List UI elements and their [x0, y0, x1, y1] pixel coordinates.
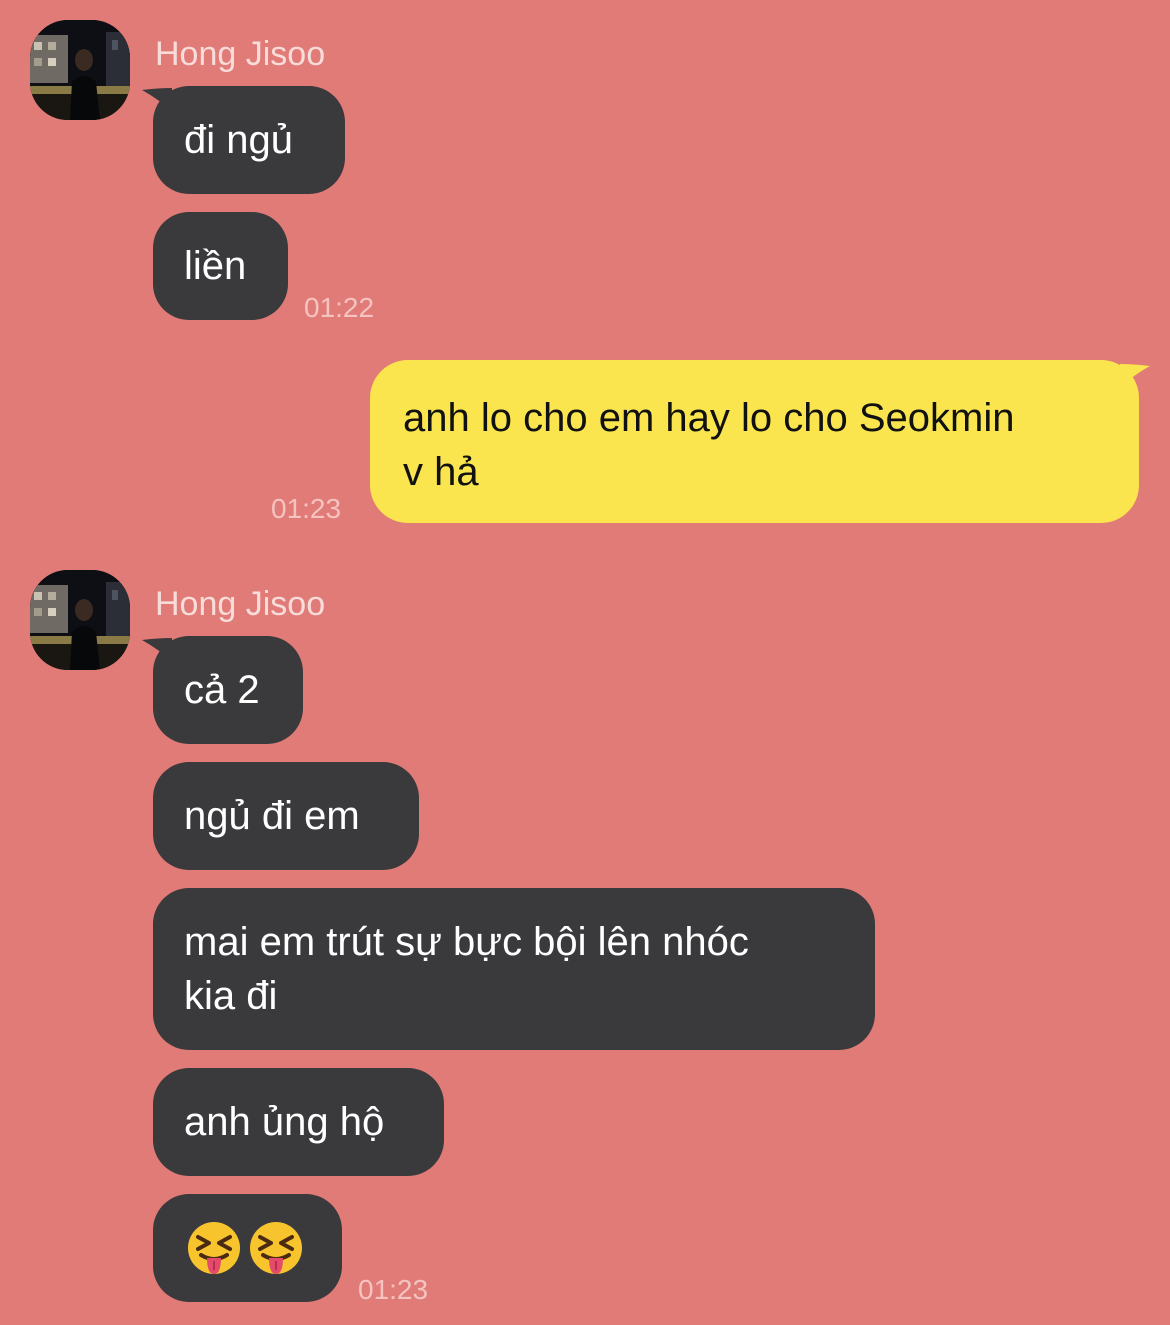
message-text-line-2: v hả: [403, 450, 479, 494]
message-bubble-incoming[interactable]: đi ngủ: [153, 86, 345, 194]
profile-photo: [30, 20, 130, 120]
profile-photo: [30, 570, 130, 670]
message-timestamp: 01:23: [271, 493, 342, 524]
message-text: liền: [184, 244, 247, 288]
squinting-face-with-tongue-icon: [250, 1222, 302, 1274]
message-text: anh ủng hộ: [184, 1100, 385, 1144]
message-bubble-incoming[interactable]: [153, 1194, 342, 1302]
message-bubble-incoming[interactable]: ngủ đi em: [153, 762, 419, 870]
message-bubble-outgoing[interactable]: anh lo cho em hay lo cho Seokmin v hả: [370, 360, 1139, 523]
message-timestamp: 01:23: [358, 1274, 429, 1305]
sender-avatar[interactable]: [30, 20, 130, 120]
message-bubble-incoming[interactable]: anh ủng hộ: [153, 1068, 444, 1176]
message-timestamp: 01:22: [304, 292, 375, 323]
sender-name: Hong Jisoo: [155, 585, 326, 623]
message-text: cả 2: [184, 668, 260, 712]
message-text: ngủ đi em: [184, 794, 360, 838]
message-bubble-incoming[interactable]: mai em trút sự bực bội lên nhóc kia đi: [153, 888, 875, 1050]
message-bubble-incoming[interactable]: liền: [153, 212, 288, 320]
squinting-face-with-tongue-icon: [188, 1222, 240, 1274]
message-text-line-1: anh lo cho em hay lo cho Seokmin: [403, 396, 1015, 440]
message-bubble-incoming[interactable]: cả 2: [153, 636, 303, 744]
sender-avatar[interactable]: [30, 570, 130, 670]
emoji-message: [186, 1194, 342, 1302]
sender-name: Hong Jisoo: [155, 35, 326, 73]
message-text-line-1: mai em trút sự bực bội lên nhóc: [184, 920, 749, 964]
message-text: đi ngủ: [184, 118, 293, 162]
message-text-line-2: kia đi: [184, 974, 278, 1018]
